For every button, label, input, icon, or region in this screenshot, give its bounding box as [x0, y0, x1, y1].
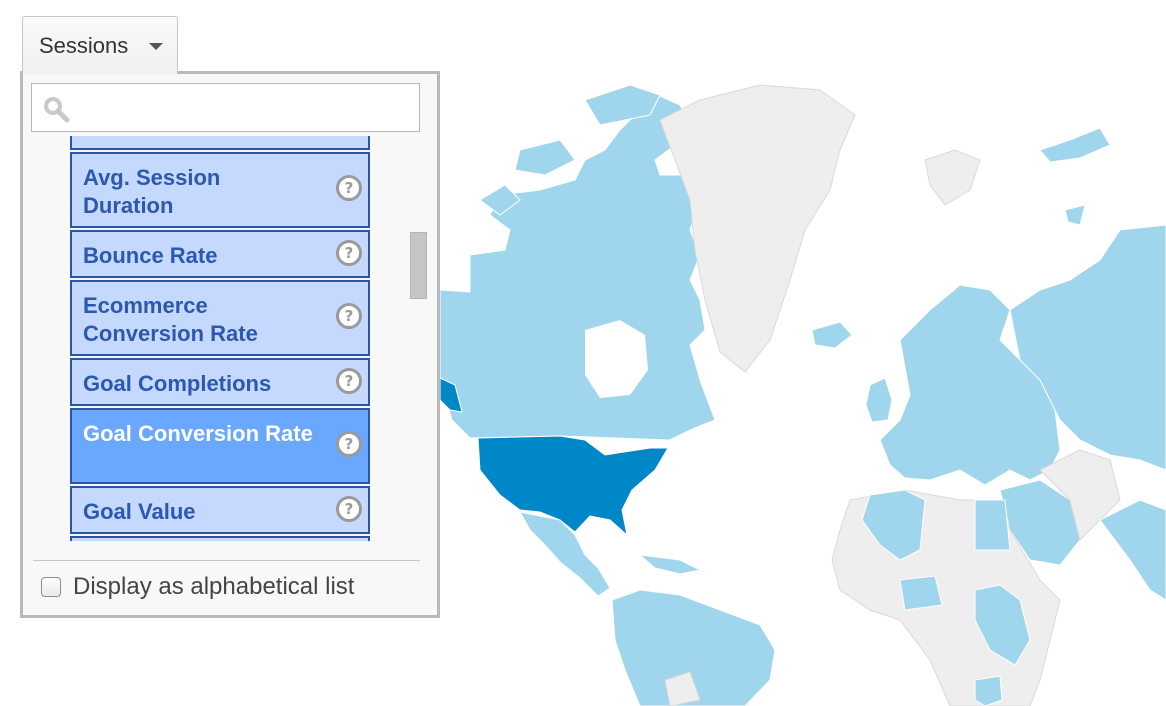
metric-dropdown-panel: ? Avg. Session Duration ? Bounce Rate ? …: [20, 71, 440, 618]
metric-option-goal-conversion-rate[interactable]: Goal Conversion Rate ?: [70, 408, 370, 484]
region-egypt[interactable]: [974, 499, 1011, 551]
help-icon[interactable]: ?: [336, 368, 362, 394]
metric-option-goal-completions[interactable]: Goal Completions ?: [70, 358, 370, 406]
alphabetical-list-toggle[interactable]: Display as alphabetical list: [41, 571, 401, 605]
help-icon[interactable]: ?: [336, 175, 362, 201]
region-uk[interactable]: [865, 377, 893, 423]
scrollbar-thumb[interactable]: [410, 232, 427, 299]
panel-divider: [33, 560, 420, 561]
metric-option-partial-top[interactable]: ?: [70, 136, 370, 150]
region-mexico[interactable]: [519, 511, 611, 597]
metric-option-label: Goal Value: [83, 499, 196, 524]
metric-search-box[interactable]: [31, 83, 420, 132]
metric-search-input[interactable]: [78, 92, 412, 124]
metric-option-label: Goal Completions: [83, 371, 272, 396]
metric-options-list: ? Avg. Session Duration ? Bounce Rate ? …: [70, 136, 373, 541]
metric-option-goal-value[interactable]: Goal Value ?: [70, 486, 370, 534]
region-iceland[interactable]: [811, 321, 853, 349]
region-united-states[interactable]: [477, 435, 669, 537]
metric-option-label: Goal Conversion Rate: [83, 421, 313, 446]
alphabetical-list-label: Display as alphabetical list: [73, 573, 355, 600]
region-russian-arctic[interactable]: [1039, 127, 1111, 226]
region-south-asia[interactable]: [1099, 499, 1166, 601]
metric-option-partial-bottom[interactable]: [70, 536, 370, 541]
region-svalbard[interactable]: [924, 149, 981, 206]
metric-option-label: Bounce Rate: [83, 243, 218, 268]
region-caribbean[interactable]: [638, 554, 702, 575]
metric-option-avg-session-duration[interactable]: Avg. Session Duration ?: [70, 152, 370, 228]
map-land: [439, 84, 1166, 706]
help-icon[interactable]: ?: [336, 240, 362, 266]
region-southern-africa[interactable]: [974, 675, 1003, 706]
metric-option-label: Avg. Session Duration: [83, 165, 221, 218]
help-icon[interactable]: ?: [336, 303, 362, 329]
metric-option-label: Ecommerce Conversion Rate: [83, 293, 258, 346]
help-icon[interactable]: ?: [336, 431, 362, 457]
chevron-down-icon: [149, 43, 163, 50]
metric-option-bounce-rate[interactable]: Bounce Rate ?: [70, 230, 370, 278]
search-icon: [44, 97, 70, 123]
metric-selector-button[interactable]: Sessions: [22, 16, 178, 74]
alphabetical-list-checkbox[interactable]: [41, 577, 61, 597]
metric-option-ecommerce-conversion-rate[interactable]: Ecommerce Conversion Rate ?: [70, 280, 370, 356]
region-west-africa[interactable]: [899, 575, 943, 611]
help-icon[interactable]: ?: [336, 496, 362, 522]
metric-selector-label: Sessions: [39, 33, 129, 58]
